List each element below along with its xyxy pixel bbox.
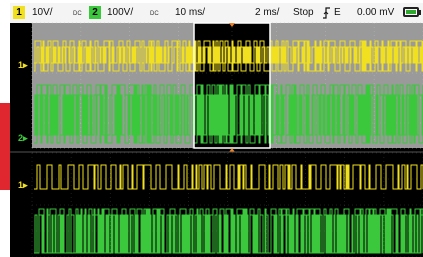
zoom-pane [10, 151, 423, 257]
overview-ch2-trace-fill [34, 94, 423, 136]
overview-ch1-marker[interactable]: 1▸ [18, 60, 28, 70]
oscilloscope-screen: 1 10V/ DC 2 100V/ DC 10 ms/ 2 ms/ Stop E… [10, 3, 423, 257]
zoom-ch2-trace-fill [34, 214, 423, 254]
waveform-display[interactable] [10, 3, 423, 257]
zoom-ch1-trace [34, 164, 423, 190]
overview-ch2-marker[interactable]: 2▸ [18, 133, 28, 143]
zoom-ch1-marker[interactable]: 1▸ [18, 180, 28, 190]
overview-pane [31, 22, 423, 152]
